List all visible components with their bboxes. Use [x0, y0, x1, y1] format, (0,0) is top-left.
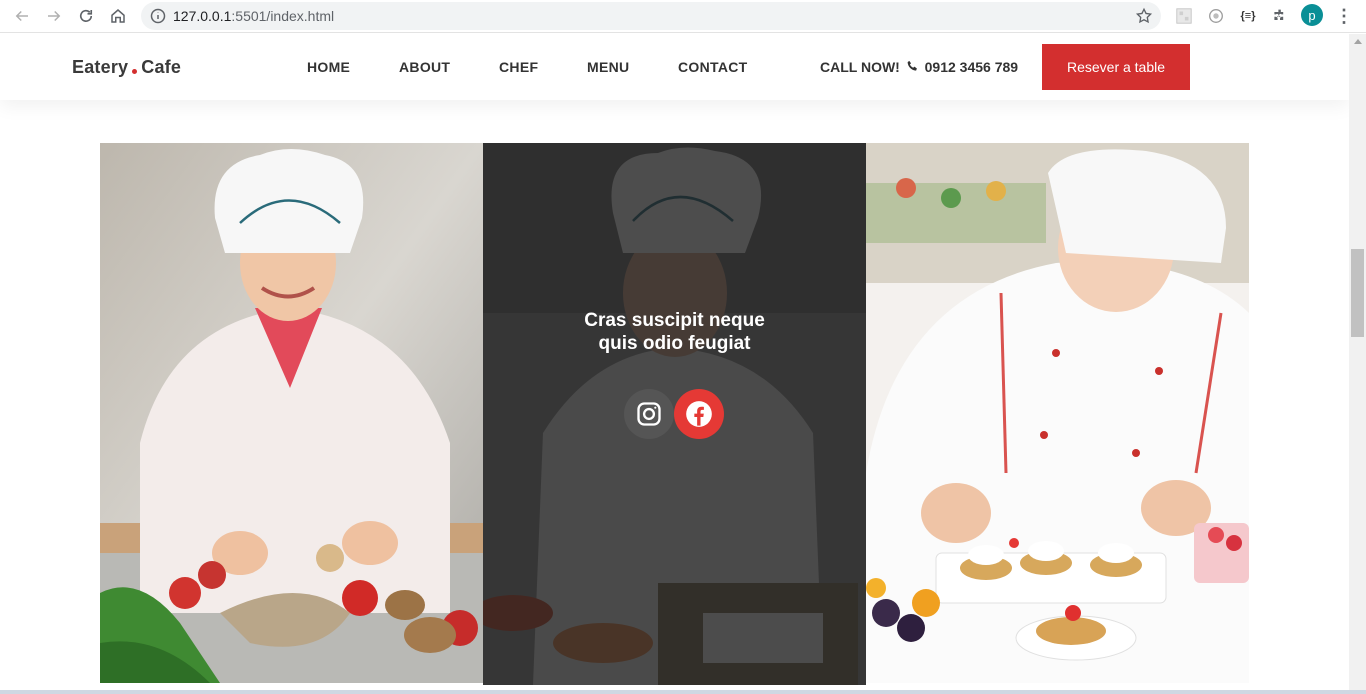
info-icon[interactable]	[150, 8, 166, 24]
vertical-scrollbar[interactable]	[1349, 34, 1366, 694]
extension-icon[interactable]	[1174, 6, 1194, 26]
more-menu-icon[interactable]: ⋮	[1334, 5, 1354, 27]
browser-toolbar: 127.0.0.1:5501/index.html {≡} p ⋮	[0, 0, 1366, 33]
extension-icon[interactable]: {≡}	[1238, 6, 1258, 26]
chef-hover-title: Cras suscipit neque quis odio feugiat	[584, 310, 765, 354]
instagram-button[interactable]	[624, 389, 674, 439]
scroll-up-icon[interactable]	[1354, 39, 1362, 44]
nav-menu[interactable]: MENU	[587, 59, 629, 75]
address-bar[interactable]: 127.0.0.1:5501/index.html	[141, 2, 1161, 30]
page-viewport: Eatery Cafe HOME ABOUT CHEF MENU CONTACT …	[0, 34, 1349, 694]
reserve-table-button[interactable]: Resever a table	[1042, 44, 1190, 90]
url-text: 127.0.0.1:5501/index.html	[173, 8, 335, 24]
taskbar-edge	[0, 690, 1366, 694]
facebook-button[interactable]	[674, 389, 724, 439]
back-icon[interactable]	[10, 4, 34, 28]
scrollbar-thumb[interactable]	[1351, 249, 1364, 337]
extension-icon[interactable]	[1206, 6, 1226, 26]
home-icon[interactable]	[106, 4, 130, 28]
nav-chef[interactable]: CHEF	[499, 59, 538, 75]
site-header: Eatery Cafe HOME ABOUT CHEF MENU CONTACT …	[0, 34, 1349, 100]
nav-contact[interactable]: CONTACT	[678, 59, 748, 75]
site-logo[interactable]: Eatery Cafe	[72, 57, 181, 78]
reload-icon[interactable]	[74, 4, 98, 28]
chef-card[interactable]	[866, 143, 1249, 683]
chef-photo	[100, 143, 483, 683]
chef-card-hovered[interactable]: Cras suscipit neque quis odio feugiat	[483, 143, 866, 685]
logo-dot	[132, 69, 138, 74]
forward-icon[interactable]	[42, 4, 66, 28]
call-now: CALL NOW! 0912 3456 789	[820, 59, 1019, 75]
instagram-icon	[637, 402, 661, 426]
star-icon[interactable]	[1135, 7, 1153, 25]
extension-icon[interactable]	[1270, 6, 1290, 26]
nav-about[interactable]: ABOUT	[399, 59, 450, 75]
phone-icon	[906, 60, 919, 73]
facebook-icon	[686, 401, 712, 427]
chef-photo	[866, 143, 1249, 683]
avatar[interactable]: p	[1301, 4, 1323, 26]
chef-card[interactable]	[100, 143, 483, 683]
nav-home[interactable]: HOME	[307, 59, 350, 75]
